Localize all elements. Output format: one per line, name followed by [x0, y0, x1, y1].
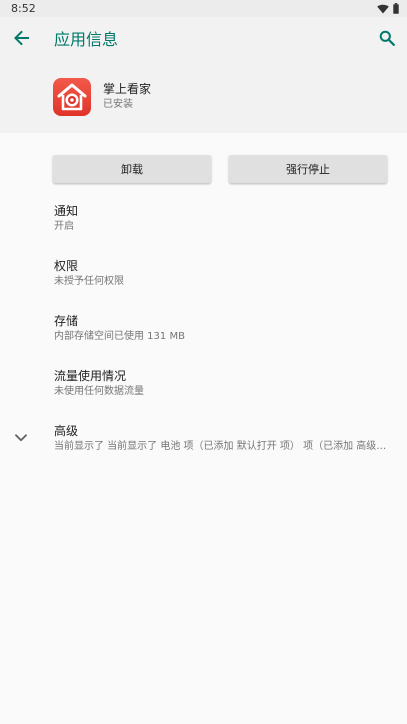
app-bar: 应用信息	[0, 17, 407, 63]
status-bar: 8:52	[0, 0, 407, 17]
pref-item-permissions[interactable]: 权限 未授予任何权限	[0, 258, 407, 292]
pref-item-advanced[interactable]: 高级 当前显示了 当前显示了 电池 项（已添加 默认打开 项） 项（已添加 高级…	[0, 423, 407, 457]
status-time: 8:52	[11, 2, 36, 15]
battery-icon	[393, 3, 399, 14]
force-stop-button[interactable]: 强行停止	[229, 155, 387, 183]
app-header: 掌上看家 已安装	[0, 63, 407, 133]
uninstall-button[interactable]: 卸载	[53, 155, 211, 183]
wifi-icon	[377, 4, 389, 14]
pref-title: 流量使用情况	[54, 369, 127, 383]
app-name: 掌上看家	[103, 82, 152, 96]
pref-summary: 开启	[54, 221, 74, 232]
pref-summary: 未授予任何权限	[54, 276, 124, 287]
page-title: 应用信息	[54, 30, 119, 49]
pref-summary: 当前显示了 当前显示了 电池 项（已添加 默认打开 项） 项（已添加 高级…	[54, 441, 387, 452]
pref-item-storage[interactable]: 存储 内部存储空间已使用 131 MB	[0, 313, 407, 347]
pref-title: 高级	[54, 424, 79, 438]
pref-title: 权限	[54, 259, 79, 273]
status-icons	[377, 3, 399, 14]
search-icon	[379, 30, 395, 50]
pref-summary: 内部存储空间已使用 131 MB	[54, 331, 185, 342]
arrow-back-icon	[14, 30, 30, 50]
search-button[interactable]	[373, 26, 401, 54]
pref-title: 通知	[54, 204, 79, 218]
back-button[interactable]	[8, 26, 36, 54]
pref-summary: 未使用任何数据流量	[54, 386, 144, 397]
chevron-down-icon	[12, 429, 30, 447]
pref-item-notifications[interactable]: 通知 开启	[0, 203, 407, 237]
pref-title: 存储	[54, 314, 79, 328]
home-camera-app-icon	[53, 78, 91, 116]
app-install-status: 已安装	[103, 99, 133, 110]
pref-item-data-usage[interactable]: 流量使用情况 未使用任何数据流量	[0, 368, 407, 402]
